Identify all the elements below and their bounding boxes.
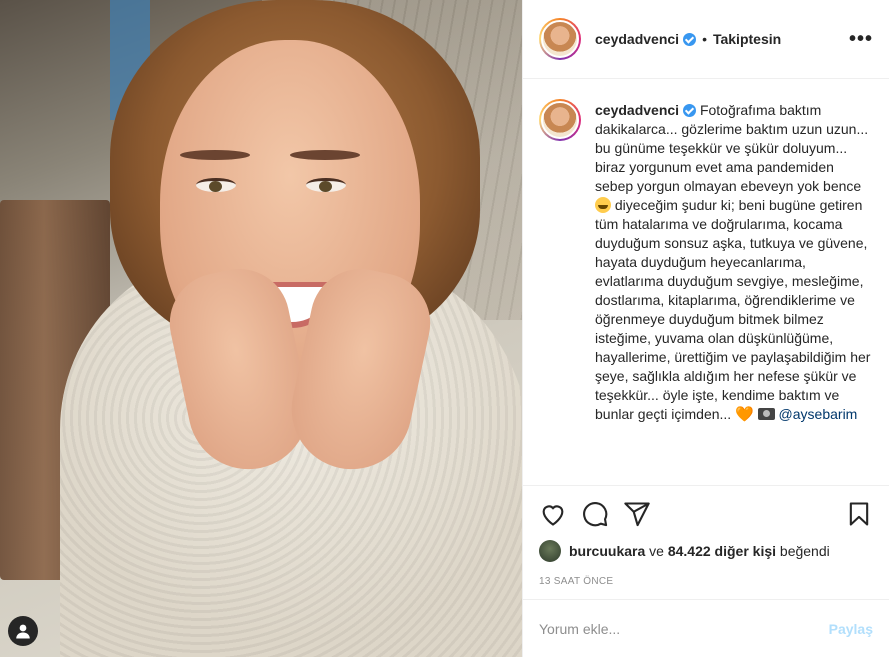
post-side-panel: ceydadvenci • Takiptesin ••• ceydadvenci… xyxy=(522,0,889,657)
likes-suffix: beğendi xyxy=(779,543,830,559)
post-header: ceydadvenci • Takiptesin ••• xyxy=(523,0,889,79)
post-comment-button[interactable]: Paylaş xyxy=(829,621,873,637)
likes-summary: burcuukara ve 84.422 diğer kişi beğendi xyxy=(539,540,873,562)
likes-connector: ve xyxy=(649,543,664,559)
action-icons xyxy=(539,498,873,530)
likes-count-link[interactable]: 84.422 diğer kişi xyxy=(668,543,776,559)
caption-text: ceydadvenci Fotoğrafıma baktım dakikalar… xyxy=(595,101,873,424)
caption-mention-link[interactable]: @aysebarim xyxy=(779,406,858,422)
header-separator: • xyxy=(702,31,707,47)
more-icon[interactable]: ••• xyxy=(849,28,873,51)
orange-heart-emoji-icon: 🧡 xyxy=(735,406,754,423)
comment-box: Paylaş xyxy=(523,599,889,657)
like-heart-icon[interactable] xyxy=(539,500,567,528)
photo-brow-left xyxy=(180,150,250,160)
comment-input[interactable] xyxy=(539,620,829,637)
verified-icon xyxy=(683,32,697,46)
photo-brow-right xyxy=(290,150,360,160)
share-icon[interactable] xyxy=(623,500,651,528)
photo-eye-left xyxy=(196,178,236,192)
caption-body-2: diyeceğim şudur ki; beni bugüne getiren … xyxy=(595,197,871,422)
follow-status-button[interactable]: Takiptesin xyxy=(713,31,781,47)
author-avatar[interactable] xyxy=(539,18,581,60)
post-timestamp[interactable]: 13 SAAT ÖNCE xyxy=(539,576,873,587)
camera-emoji-icon xyxy=(757,408,775,420)
verified-icon xyxy=(683,104,697,117)
photo-eye-right xyxy=(306,178,346,192)
liker-avatar[interactable] xyxy=(539,540,561,562)
user-tag-icon[interactable] xyxy=(8,616,38,646)
post-actions: burcuukara ve 84.422 diğer kişi beğendi … xyxy=(523,485,889,587)
comment-icon[interactable] xyxy=(581,500,609,528)
author-username[interactable]: ceydadvenci xyxy=(595,31,679,47)
save-bookmark-icon[interactable] xyxy=(845,500,873,528)
post-photo[interactable] xyxy=(0,0,522,657)
instagram-post-modal: ceydadvenci • Takiptesin ••• ceydadvenci… xyxy=(0,0,889,657)
caption-username[interactable]: ceydadvenci xyxy=(595,102,679,118)
caption-author-avatar[interactable] xyxy=(539,99,581,141)
liker-username[interactable]: burcuukara xyxy=(569,543,645,559)
caption-area: ceydadvenci Fotoğrafıma baktım dakikalar… xyxy=(523,79,889,485)
laughing-emoji-icon xyxy=(595,197,611,213)
